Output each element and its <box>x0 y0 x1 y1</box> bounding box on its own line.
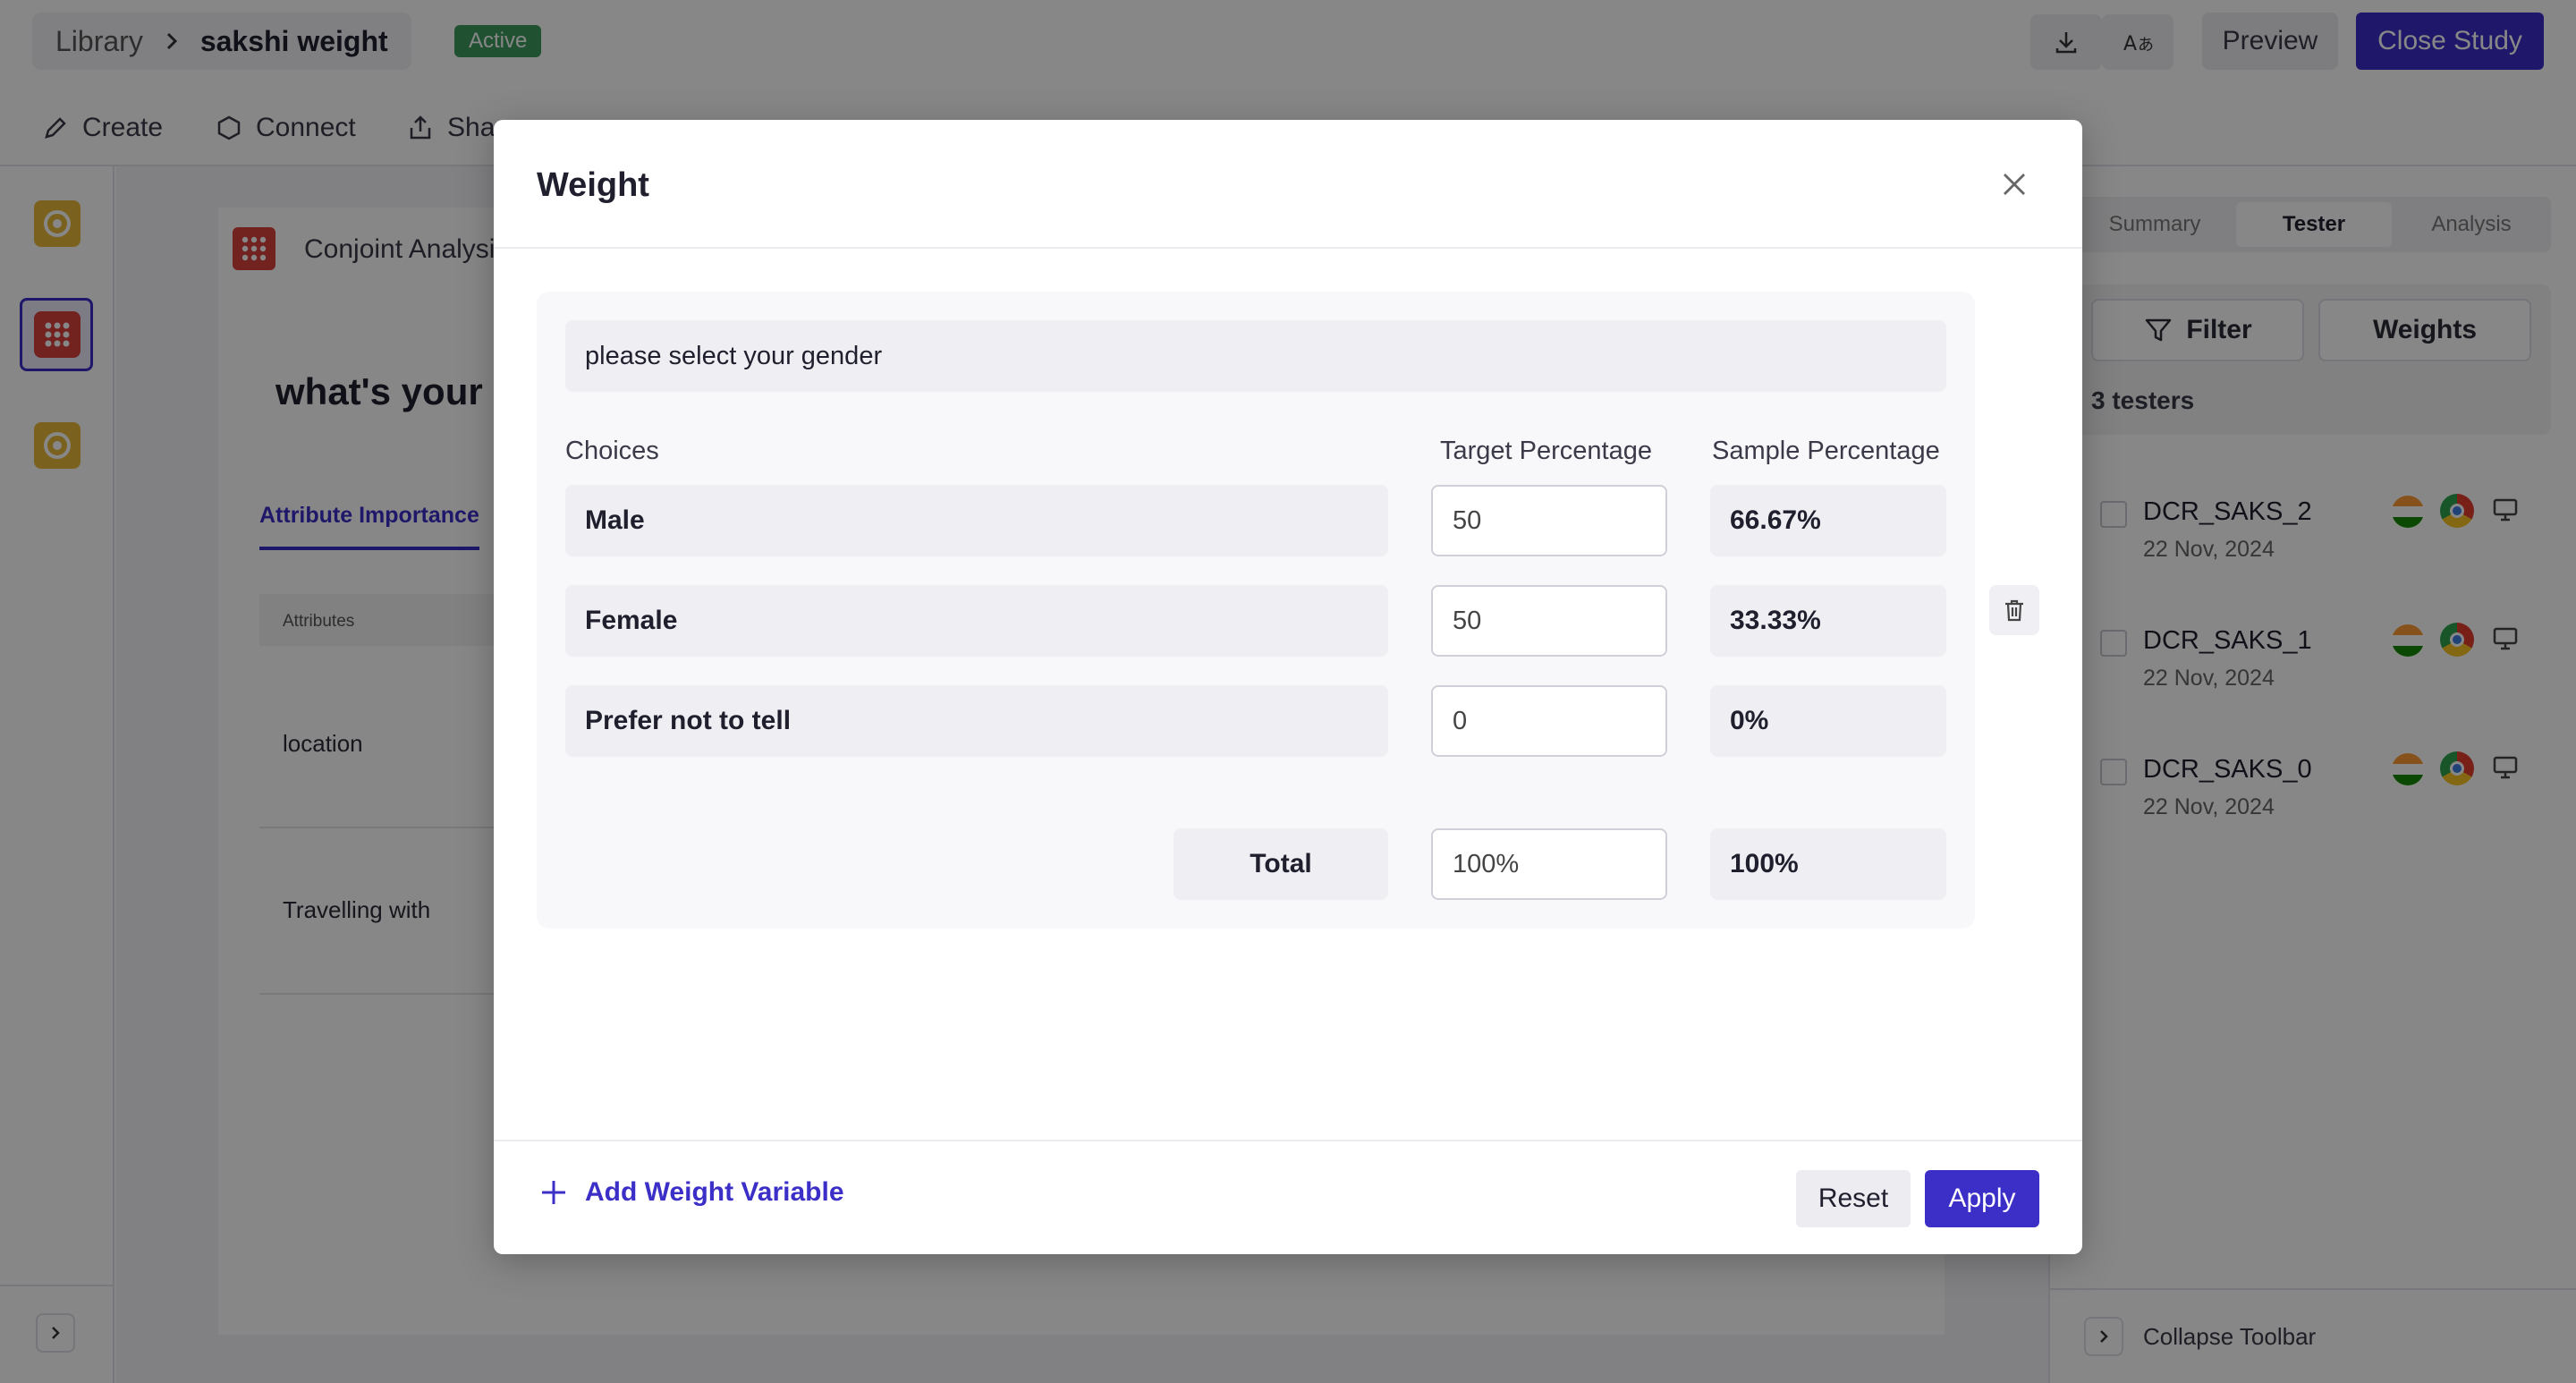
close-modal-button[interactable] <box>1996 166 2032 202</box>
add-weight-variable-button[interactable]: Add Weight Variable <box>538 1177 844 1208</box>
choice-label: Female <box>565 585 1388 657</box>
close-icon <box>2001 171 2028 198</box>
target-percentage-input[interactable] <box>1431 685 1667 757</box>
sample-percentage: 66.67% <box>1710 485 1946 556</box>
target-percentage-input[interactable] <box>1431 585 1667 657</box>
total-target-field[interactable] <box>1431 828 1667 900</box>
column-header-choices: Choices <box>565 437 659 465</box>
sample-percentage: 33.33% <box>1710 585 1946 657</box>
apply-button[interactable]: Apply <box>1925 1170 2039 1227</box>
divider <box>494 247 2082 249</box>
modal-title: Weight <box>537 166 649 204</box>
total-sample: 100% <box>1710 828 1946 900</box>
choice-label: Male <box>565 485 1388 556</box>
add-weight-variable-label: Add Weight Variable <box>585 1177 844 1207</box>
divider <box>494 1140 2082 1141</box>
choice-label: Prefer not to tell <box>565 685 1388 757</box>
sample-percentage: 0% <box>1710 685 1946 757</box>
question-select[interactable]: please select your gender <box>565 320 1946 392</box>
column-header-sample: Sample Percentage <box>1712 437 1940 465</box>
column-header-target: Target Percentage <box>1440 437 1652 465</box>
target-percentage-input[interactable] <box>1431 485 1667 556</box>
plus-icon <box>538 1177 569 1208</box>
total-label: Total <box>1174 828 1388 900</box>
trash-icon <box>2001 597 2028 624</box>
delete-variable-button[interactable] <box>1989 585 2039 635</box>
reset-button[interactable]: Reset <box>1796 1170 1911 1227</box>
